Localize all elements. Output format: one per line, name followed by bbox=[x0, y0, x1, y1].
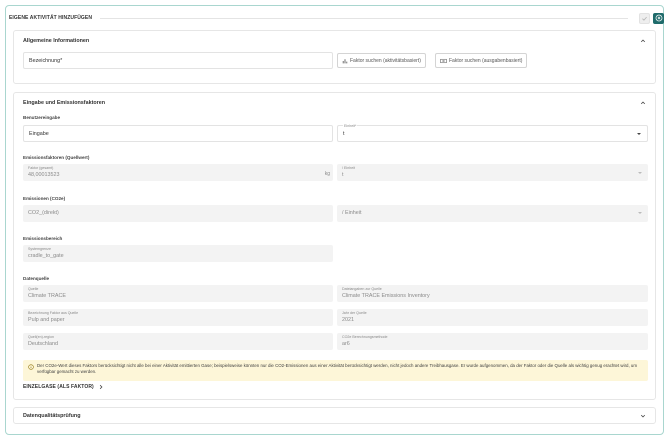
source-value: Climate TRACE bbox=[28, 293, 66, 299]
factor-total-field: Faktor (gesamt) 48,00013523 kg bbox=[23, 164, 333, 181]
gas-coverage-notice: Der CO2e-Wert dieses Faktors berücksicht… bbox=[23, 360, 648, 381]
emissions-unit-value: / Einheit bbox=[342, 210, 362, 216]
dialog-title: EIGENE AKTIVITÄT HINZUFÜGEN bbox=[9, 15, 93, 21]
search-expense-label: Faktor suchen (ausgabenbasiert) bbox=[449, 57, 523, 64]
per-unit-label: / Einheit bbox=[342, 166, 355, 170]
input-factors-card: Eingabe und Emissionsfaktoren Benutzerei… bbox=[13, 92, 656, 400]
check-icon bbox=[642, 16, 647, 21]
per-unit-select: / Einheit t bbox=[337, 164, 648, 181]
emissions-field: CO2_(direkt) bbox=[23, 205, 333, 222]
emission-factors-label: Emissionsfaktoren (Quellwert) bbox=[23, 155, 90, 160]
per-unit-value: t bbox=[342, 172, 344, 178]
general-info-card: Allgemeine Informationen Bezeichnung* Fa… bbox=[13, 30, 656, 84]
source-label: Quelle bbox=[28, 287, 39, 291]
confirm-button[interactable] bbox=[639, 12, 650, 24]
info-icon bbox=[28, 364, 34, 370]
amount-input[interactable]: Eingabe bbox=[23, 125, 333, 142]
close-button[interactable] bbox=[653, 12, 664, 24]
boundary-label: Systemgrenze bbox=[28, 247, 51, 251]
dropdown-caret-icon bbox=[637, 133, 641, 135]
name-input[interactable]: Bezeichnung* bbox=[23, 52, 333, 69]
input-factors-title: Eingabe und Emissionsfaktoren bbox=[23, 100, 106, 106]
chevron-down-icon[interactable] bbox=[640, 413, 646, 419]
dropdown-caret-icon bbox=[638, 212, 642, 214]
bar-chart-icon bbox=[342, 58, 348, 63]
emissions-label: Emissionen (CO2e) bbox=[23, 196, 66, 201]
factor-unit: kg bbox=[324, 171, 330, 177]
close-circle-icon bbox=[655, 14, 662, 22]
amount-placeholder: Eingabe bbox=[29, 131, 49, 137]
source-name-label: Dateiangaben zur Quelle bbox=[342, 287, 382, 291]
data-quality-title: Datenqualitätsprüfung bbox=[23, 413, 81, 419]
data-source-label: Datenquelle bbox=[23, 276, 50, 281]
source-field: Quelle Climate TRACE bbox=[23, 285, 333, 302]
single-gases-toggle[interactable]: EINZELGASE (ALS FAKTOR) bbox=[23, 384, 104, 390]
year-label: Jahr der Quelle bbox=[342, 311, 367, 315]
dialog-header: EIGENE AKTIVITÄT HINZUFÜGEN bbox=[9, 8, 664, 28]
factor-name-value: Pulp and paper bbox=[28, 317, 65, 323]
boundary-field: Systemgrenze cradle_to_gate bbox=[23, 245, 333, 262]
factor-name-field: Bezeichnung Faktor aus Quelle Pulp and p… bbox=[23, 309, 333, 326]
source-name-value: Climate TRACE Emissions Inventory bbox=[342, 293, 430, 299]
year-value: 2021 bbox=[342, 317, 354, 323]
header-divider bbox=[100, 17, 628, 19]
search-activity-label: Faktor suchen (aktivitätsbasiert) bbox=[350, 57, 421, 64]
unit-select[interactable]: Einheit* t bbox=[337, 124, 648, 142]
factor-name-label: Bezeichnung Faktor aus Quelle bbox=[28, 311, 79, 315]
single-gases-label: EINZELGASE (ALS FAKTOR) bbox=[23, 384, 94, 390]
dropdown-caret-icon bbox=[638, 172, 642, 174]
method-field: CO2e Berechnungsmethode ar6 bbox=[337, 333, 648, 350]
boundary-value: cradle_to_gate bbox=[28, 253, 64, 259]
unit-value: t bbox=[343, 131, 345, 137]
data-quality-card[interactable]: Datenqualitätsprüfung bbox=[13, 407, 656, 424]
chevron-up-icon[interactable] bbox=[640, 100, 646, 106]
money-icon bbox=[440, 58, 447, 63]
factor-total-label: Faktor (gesamt) bbox=[28, 166, 54, 170]
chevron-right-icon bbox=[99, 384, 103, 390]
chevron-up-icon[interactable] bbox=[640, 38, 646, 44]
unit-label: Einheit* bbox=[343, 124, 358, 128]
source-name-field: Dateiangaben zur Quelle Climate TRACE Em… bbox=[337, 285, 648, 302]
region-value: Deutschland bbox=[28, 341, 58, 347]
user-input-label: Benutzereingabe bbox=[23, 115, 61, 120]
method-value: ar6 bbox=[342, 341, 350, 347]
factor-total-value: 48,00013523 bbox=[28, 172, 60, 178]
search-expense-factor-button[interactable]: Faktor suchen (ausgabenbasiert) bbox=[435, 53, 528, 68]
name-placeholder: Bezeichnung* bbox=[29, 58, 63, 64]
region-label: Quell(en)-region bbox=[28, 335, 54, 339]
general-info-title: Allgemeine Informationen bbox=[23, 38, 90, 44]
scope-label: Emissionsbereich bbox=[23, 236, 63, 241]
emissions-unit-select: / Einheit bbox=[337, 205, 648, 222]
year-field: Jahr der Quelle 2021 bbox=[337, 309, 648, 326]
notice-text: Der CO2e-Wert dieses Faktors berücksicht… bbox=[37, 363, 638, 375]
emissions-value: CO2_(direkt) bbox=[28, 210, 59, 216]
region-field: Quell(en)-region Deutschland bbox=[23, 333, 333, 350]
search-activity-factor-button[interactable]: Faktor suchen (aktivitätsbasiert) bbox=[337, 53, 426, 68]
method-label: CO2e Berechnungsmethode bbox=[342, 335, 388, 339]
